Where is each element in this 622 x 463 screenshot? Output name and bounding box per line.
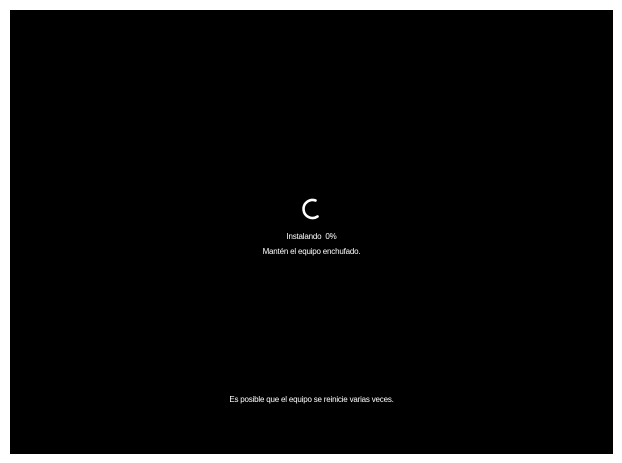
restart-notice: Es posible que el equipo se reinicie var… <box>229 395 394 404</box>
keep-plugged-message: Mantén el equipo enchufado. <box>262 247 361 256</box>
install-progress-percent: 0% <box>325 232 337 241</box>
install-screen: Instalando 0% Mantén el equipo enchufado… <box>10 10 613 454</box>
spinner-icon <box>299 196 325 222</box>
install-status-label: Instalando <box>286 232 322 241</box>
install-status: Instalando 0% <box>10 231 613 242</box>
